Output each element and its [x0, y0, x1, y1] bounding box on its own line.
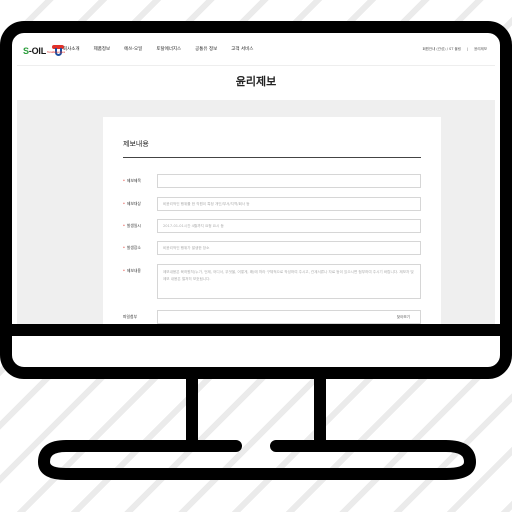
required-mark: *: [123, 268, 125, 273]
main-nav: 회사소개 제품정보 에쓰-오일 토탈에너지스 공통유 정보 고객 서비스: [63, 46, 253, 52]
required-mark: *: [123, 178, 125, 183]
nav-item-company[interactable]: 회사소개: [63, 46, 80, 52]
util-ethics-link[interactable]: 윤리제보: [474, 47, 487, 52]
nav-item-totalenergies[interactable]: 토탈에너지스: [156, 46, 181, 52]
field-label: 제보대상: [126, 201, 141, 206]
report-content-textarea[interactable]: 제보내용은 육하원칙(누가, 언제, 어디서, 무엇을, 어떻게, 왜)에 따라…: [157, 264, 421, 299]
report-target-input[interactable]: 비윤리적인 행위를 한 직원이 특정 개인/부서/지역/회사 등: [157, 197, 421, 211]
section-title: 제보내용: [123, 140, 149, 148]
page-title: 윤리제보: [235, 75, 277, 88]
required-mark: *: [123, 223, 125, 228]
report-title-input[interactable]: [157, 174, 421, 188]
site-header: S-OIL TotalEnergies 회사소개 제품정보 에쓰-오일 토탈에너…: [17, 37, 495, 66]
field-label: 발생일시: [126, 223, 141, 228]
browser-screen: S-OIL TotalEnergies 회사소개 제품정보 에쓰-오일 토탈에너…: [17, 37, 495, 324]
nav-item-s-oil[interactable]: 에쓰-오일: [124, 46, 142, 52]
required-mark: *: [123, 201, 125, 206]
report-form: 제보내용 * 제보제목 * 제보대상 비윤리적인 행위를 한 직원이 특정 개인/부…: [103, 117, 441, 324]
logo-word: -OIL: [28, 46, 47, 56]
occurrence-date-input[interactable]: 2017-01-01시간 4월까지 요청 요시 등: [157, 219, 421, 233]
field-label: 제보제목: [126, 178, 141, 183]
utility-links: 회원안내 (관성) / ST 몰링 | 윤리제보: [422, 47, 487, 52]
required-mark: *: [123, 245, 125, 250]
field-label: 제보내용: [126, 268, 141, 273]
occurrence-place-input[interactable]: 비윤리적인 행위가 발생한 장소: [157, 241, 421, 255]
nav-item-info[interactable]: 공통유 정보: [195, 46, 217, 52]
nav-item-customer-service[interactable]: 고객 서비스: [231, 46, 253, 52]
monitor-base: [37, 440, 477, 480]
util-divider: |: [466, 47, 469, 51]
section-divider: [123, 157, 421, 158]
field-label: 발생장소: [126, 245, 141, 250]
field-label: 파일첨부: [123, 314, 137, 319]
util-member-link[interactable]: 회원안내 (관성) / ST 몰링: [422, 47, 460, 52]
nav-item-products[interactable]: 제품정보: [94, 46, 111, 52]
browse-button[interactable]: 찾아보기: [397, 315, 410, 320]
attachment-field[interactable]: 찾아보기: [157, 310, 421, 324]
